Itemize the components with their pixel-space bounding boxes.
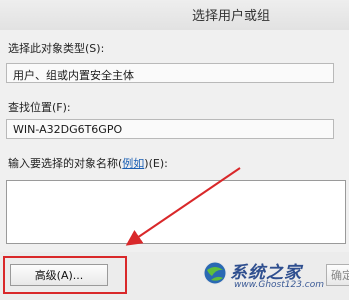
- globe-icon: [203, 261, 227, 285]
- red-arrow-annotation: [125, 167, 241, 246]
- watermark-url: www.Ghost123.com: [234, 280, 325, 290]
- ok-button[interactable]: 确定: [326, 264, 349, 286]
- highlight-box: [3, 256, 127, 294]
